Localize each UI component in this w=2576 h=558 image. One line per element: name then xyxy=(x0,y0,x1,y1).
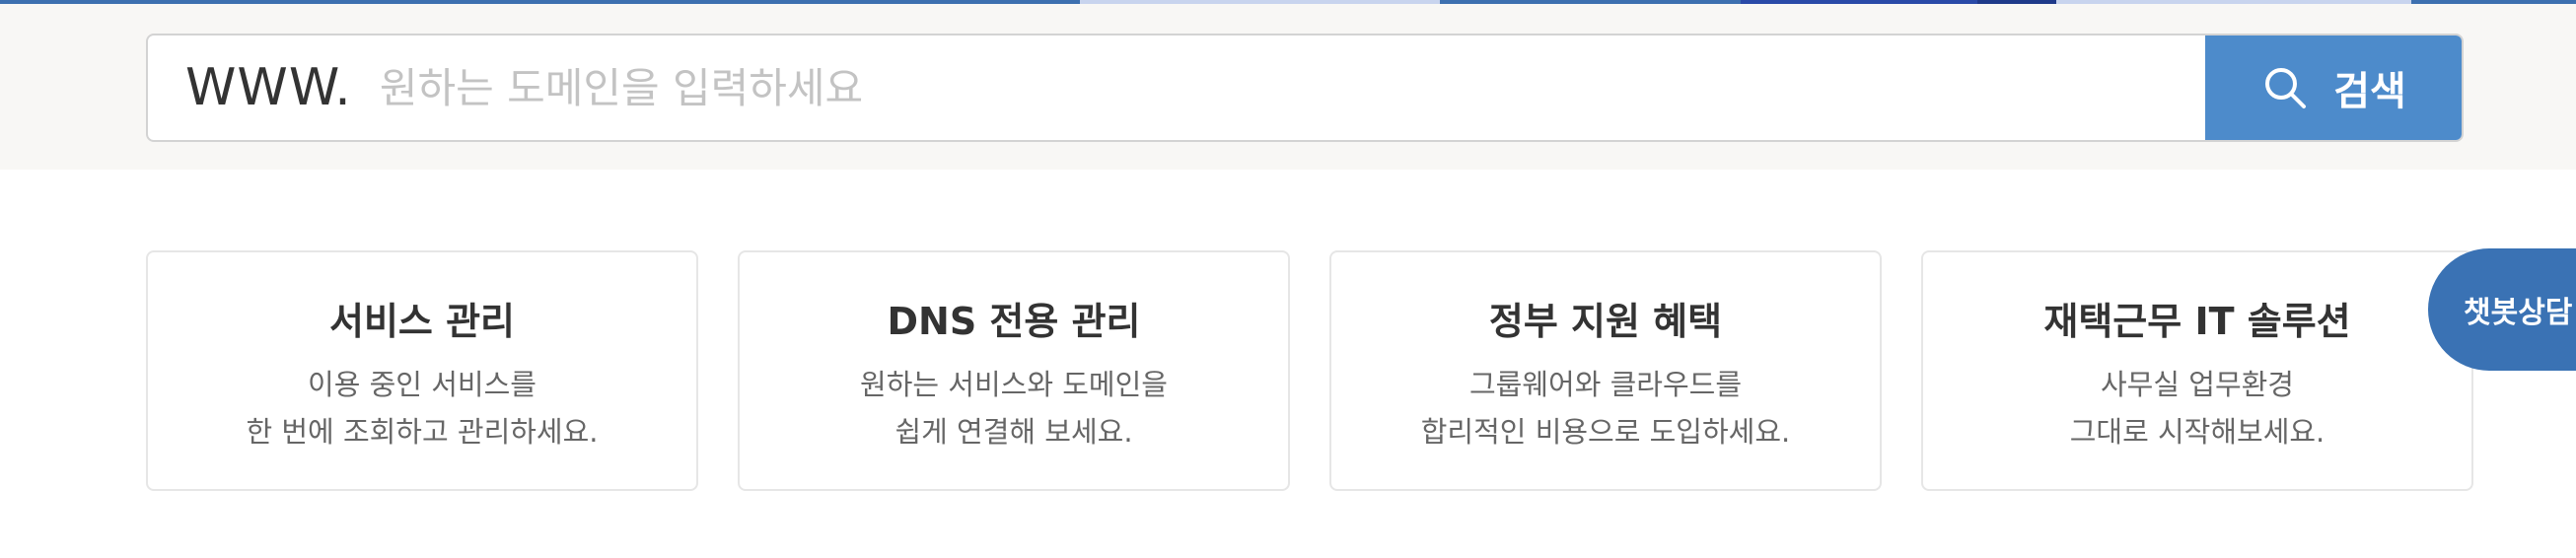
card-title: 정부 지원 혜택 xyxy=(1488,300,1723,343)
domain-search-box: WWW. 검색 xyxy=(146,34,2464,142)
page: WWW. 검색 서비스 관리 이용 중인 서비스를 한 번에 조회하고 관리하세… xyxy=(0,0,2576,558)
card-title: DNS 전용 관리 xyxy=(887,300,1141,343)
card-dns-management[interactable]: DNS 전용 관리 원하는 서비스와 도메인을 쉽게 연결해 보세요. xyxy=(738,250,1290,491)
card-description: 그룹웨어와 클라우드를 합리적인 비용으로 도입하세요. xyxy=(1331,361,1880,455)
card-title: 재택근무 IT 솔루션 xyxy=(2043,300,2351,343)
card-service-management[interactable]: 서비스 관리 이용 중인 서비스를 한 번에 조회하고 관리하세요. xyxy=(146,250,698,491)
card-remote-work-solution[interactable]: 재택근무 IT 솔루션 사무실 업무환경 그대로 시작해보세요. xyxy=(1921,250,2473,491)
card-description-line: 쉽게 연결해 보세요. xyxy=(894,415,1133,449)
card-description-line: 사무실 업무환경 xyxy=(2101,368,2294,401)
domain-search-section: WWW. 검색 xyxy=(0,4,2576,170)
domain-search-input[interactable] xyxy=(379,35,2205,140)
card-description-line: 합리적인 비용으로 도입하세요. xyxy=(1420,415,1791,449)
card-description-line: 이용 중인 서비스를 xyxy=(308,368,537,401)
search-button-label: 검색 xyxy=(2333,69,2406,114)
www-prefix: WWW. xyxy=(185,58,352,117)
card-description: 원하는 서비스와 도메인을 쉽게 연결해 보세요. xyxy=(740,361,1288,455)
chatbot-label: 챗봇상담 xyxy=(2464,296,2573,330)
search-button[interactable]: 검색 xyxy=(2205,35,2462,140)
card-description: 사무실 업무환경 그대로 시작해보세요. xyxy=(1923,361,2471,455)
card-government-support[interactable]: 정부 지원 혜택 그룹웨어와 클라우드를 합리적인 비용으로 도입하세요. xyxy=(1329,250,1882,491)
card-description-line: 한 번에 조회하고 관리하세요. xyxy=(246,415,599,449)
card-description-line: 그대로 시작해보세요. xyxy=(2069,415,2326,449)
search-icon xyxy=(2262,65,2308,110)
chatbot-button[interactable]: 챗봇상담 xyxy=(2428,248,2576,371)
card-description: 이용 중인 서비스를 한 번에 조회하고 관리하세요. xyxy=(148,361,696,455)
card-description-line: 그룹웨어와 클라우드를 xyxy=(1468,368,1743,401)
card-description-line: 원하는 서비스와 도메인을 xyxy=(860,368,1168,401)
card-title: 서비스 관리 xyxy=(328,300,516,343)
